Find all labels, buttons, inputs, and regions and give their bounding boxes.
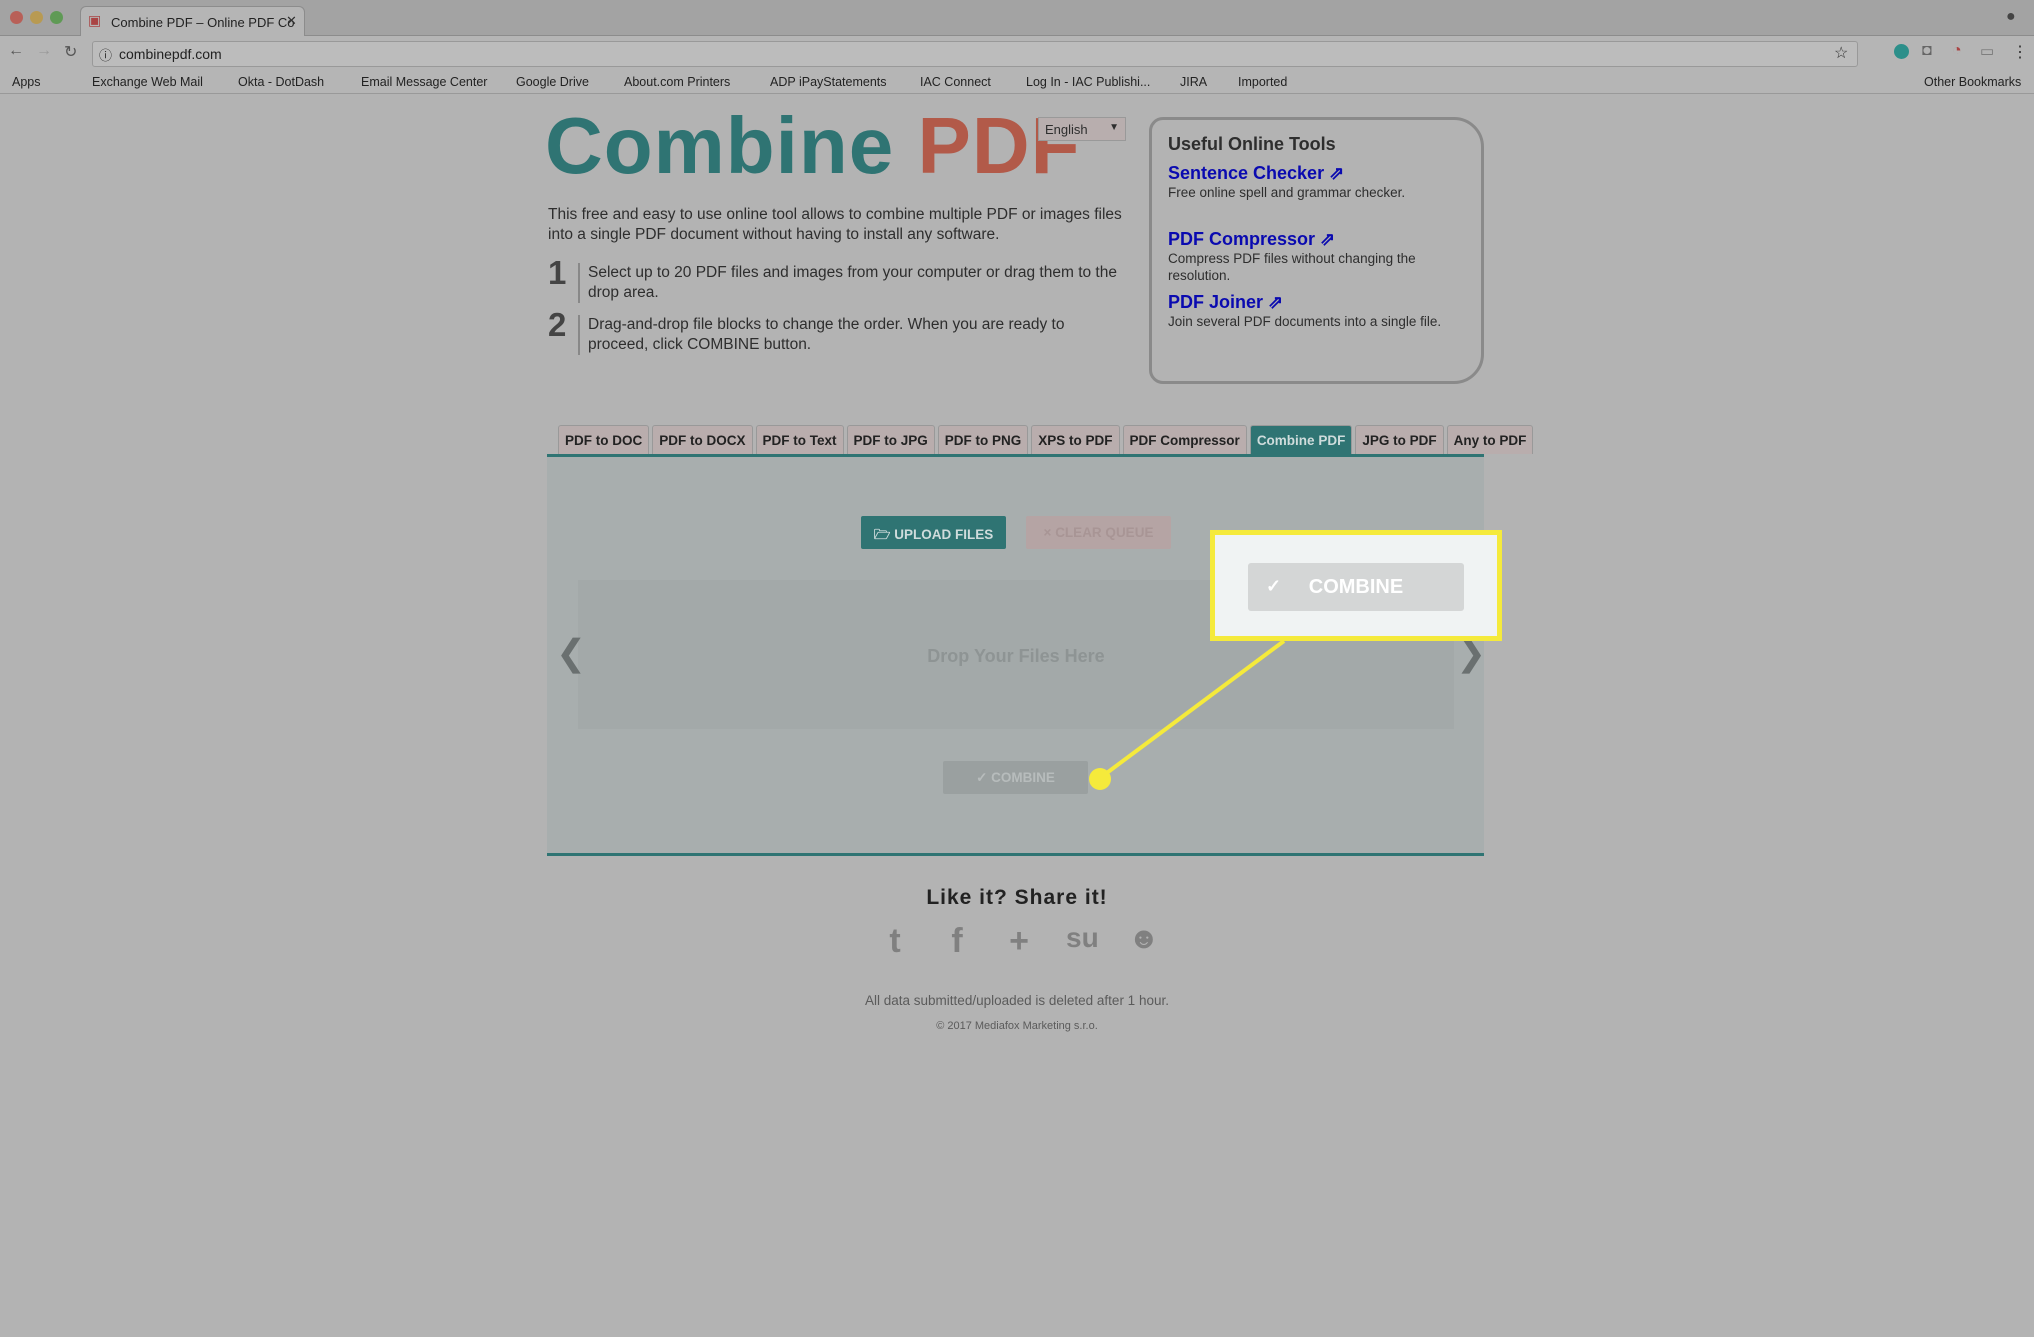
facebook-icon[interactable]: f (942, 922, 972, 962)
share-title: Like it? Share it! (926, 886, 1108, 909)
stumbleupon-icon[interactable]: su (1066, 922, 1099, 962)
google-plus-icon[interactable]: + (1004, 922, 1034, 962)
data-deletion-note: All data submitted/uploaded is deleted a… (865, 993, 1169, 1008)
callout-dot (1089, 768, 1111, 790)
copyright: © 2017 Mediafox Marketing s.r.o. (936, 1020, 1098, 1032)
reddit-icon[interactable]: ☻ (1128, 922, 1160, 962)
check-icon: ✓ (1266, 576, 1282, 596)
callout-pointer (1089, 639, 1286, 790)
social-icons: t f + su ☻ (880, 922, 1160, 962)
combine-button-zoomed: ✓ COMBINE (1248, 563, 1464, 611)
twitter-icon[interactable]: t (880, 922, 910, 962)
